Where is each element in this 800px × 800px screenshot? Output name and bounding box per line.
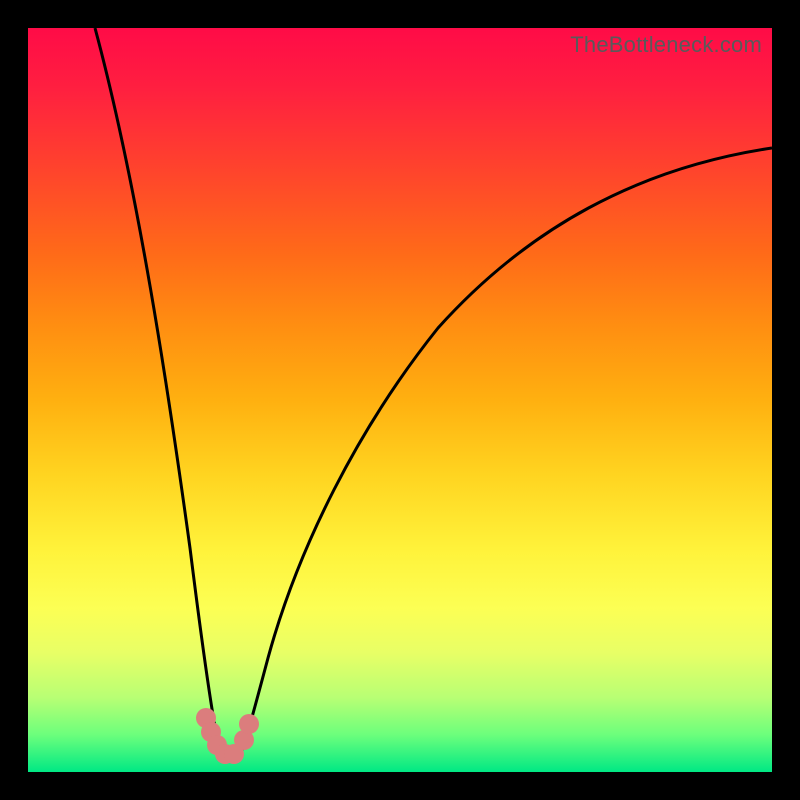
marker-group: [196, 708, 259, 764]
plot-area: TheBottleneck.com: [28, 28, 772, 772]
bottleneck-curve-right: [238, 148, 772, 759]
marker-dot: [239, 714, 259, 734]
chart-frame: TheBottleneck.com: [0, 0, 800, 800]
bottleneck-curve-left: [95, 28, 228, 759]
curve-layer: [28, 28, 772, 772]
